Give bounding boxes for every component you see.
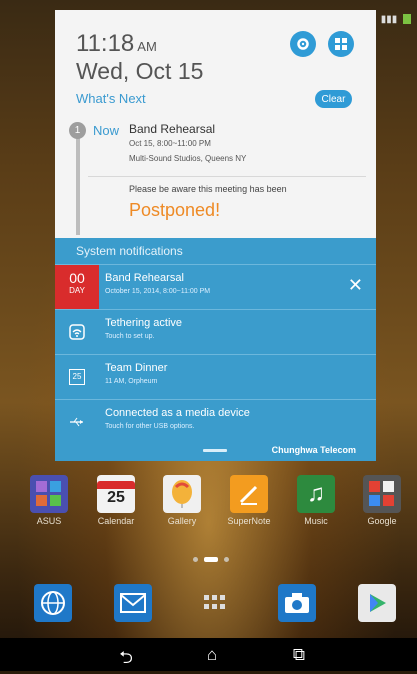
page-indicator: [190, 551, 232, 569]
event-time: Oct 15, 8:00~11:00 PM: [129, 139, 211, 148]
supernote-pen-icon: [230, 475, 268, 513]
gear-icon: [297, 38, 309, 50]
app-google[interactable]: Google: [357, 475, 407, 526]
event-title[interactable]: Band Rehearsal: [129, 122, 215, 136]
calendar-icon-day: 00: [69, 270, 85, 286]
page-dot: [224, 557, 229, 563]
app-asus[interactable]: ASUS: [24, 475, 74, 526]
music-note-icon: ♫: [297, 475, 335, 513]
clock-date: Wed, Oct 15: [76, 58, 204, 84]
camera-icon[interactable]: [278, 584, 316, 622]
app-drawer-icon[interactable]: [196, 584, 234, 622]
notification-item-usb[interactable]: Connected as a media device Touch for ot…: [55, 399, 376, 444]
calendar-icon: 25: [55, 355, 99, 399]
asus-folder-icon: [30, 475, 68, 513]
whats-next-card: 11:18 AM Wed, Oct 15 What's Next Clear 1 …: [55, 10, 376, 238]
settings-button[interactable]: [290, 31, 316, 57]
app-label: Calendar: [97, 516, 135, 526]
gallery-balloon-icon: [163, 475, 201, 513]
home-button[interactable]: ⌂: [200, 645, 224, 665]
notification-title: Team Dinner: [105, 362, 168, 374]
system-notifications-header: System notifications: [76, 244, 183, 258]
whats-next-title: What's Next: [76, 91, 146, 106]
app-supernote[interactable]: SuperNote: [224, 475, 274, 526]
app-label: Gallery: [167, 516, 197, 526]
system-notifications: System notifications 00 DAY Band Rehears…: [55, 238, 376, 461]
notification-item-band-rehearsal[interactable]: 00 DAY Band Rehearsal October 15, 2014, …: [55, 264, 376, 309]
notification-title: Band Rehearsal: [105, 272, 184, 284]
app-label: ASUS: [36, 516, 62, 526]
carrier-name: Chunghwa Telecom: [271, 445, 356, 455]
app-calendar[interactable]: 25 Calendar: [91, 475, 141, 526]
app-label: Music: [304, 516, 328, 526]
clock-time: 11:18 AM: [76, 30, 157, 58]
calendar-day: 25: [107, 489, 125, 506]
notification-item-team-dinner[interactable]: 25 Team Dinner 11 AM, Orpheum: [55, 354, 376, 399]
recents-button[interactable]: ⧉: [287, 645, 311, 665]
notification-title: Connected as a media device: [105, 407, 250, 419]
event-status: Postponed!: [129, 200, 221, 220]
status-bar: ▮▮▮: [381, 14, 411, 25]
notification-subtitle: Touch for other USB options.: [105, 423, 195, 430]
grid-icon: [335, 38, 347, 50]
clear-button[interactable]: Clear: [315, 90, 352, 108]
calendar-icon: 00 DAY: [55, 265, 99, 309]
app-music[interactable]: ♫ Music: [291, 475, 341, 526]
event-location: Multi-Sound Studios, Queens NY: [129, 154, 247, 163]
calendar-icon: 25: [97, 475, 135, 513]
calendar-icon-day: 25: [69, 369, 85, 385]
battery-icon: [403, 14, 411, 25]
clock-time-value: 11:18: [76, 30, 135, 57]
page-dot: [193, 557, 198, 563]
notification-panel: 11:18 AM Wed, Oct 15 What's Next Clear 1 …: [55, 10, 376, 461]
signal-icon: ▮▮▮: [380, 14, 398, 25]
quick-settings-button[interactable]: [328, 31, 354, 57]
timeline-line: [76, 127, 80, 235]
panel-drag-handle[interactable]: [203, 449, 227, 452]
clock-ampm: AM: [137, 39, 157, 54]
app-label: Google: [367, 516, 397, 526]
event-notice: Please be aware this meeting has been: [129, 184, 287, 194]
email-icon[interactable]: [114, 584, 152, 622]
notification-subtitle: Touch to set up.: [105, 333, 155, 340]
page-dot-active: [204, 557, 218, 563]
app-label: SuperNote: [227, 516, 271, 526]
now-label: Now: [93, 123, 120, 138]
divider: [88, 176, 366, 177]
panel-footer: Chunghwa Telecom: [55, 440, 376, 461]
notification-subtitle: October 15, 2014, 8:00~11:00 PM: [105, 288, 211, 295]
close-icon[interactable]: ✕: [348, 275, 363, 296]
google-folder-icon: [363, 475, 401, 513]
back-button[interactable]: ⮌: [114, 645, 138, 674]
notification-subtitle: 11 AM, Orpheum: [105, 378, 158, 385]
browser-globe-icon[interactable]: [34, 584, 72, 622]
app-gallery[interactable]: Gallery: [157, 475, 207, 526]
calendar-icon-label: DAY: [69, 286, 85, 295]
navigation-bar: ⮌ ⌂ ⧉: [0, 638, 417, 671]
notification-title: Tethering active: [105, 317, 183, 329]
timeline-step: 1: [69, 122, 86, 139]
play-store-icon[interactable]: [358, 584, 396, 622]
wifi-tethering-icon: [55, 310, 99, 354]
notification-item-tethering[interactable]: Tethering active Touch to set up.: [55, 309, 376, 354]
usb-icon: [55, 400, 99, 444]
